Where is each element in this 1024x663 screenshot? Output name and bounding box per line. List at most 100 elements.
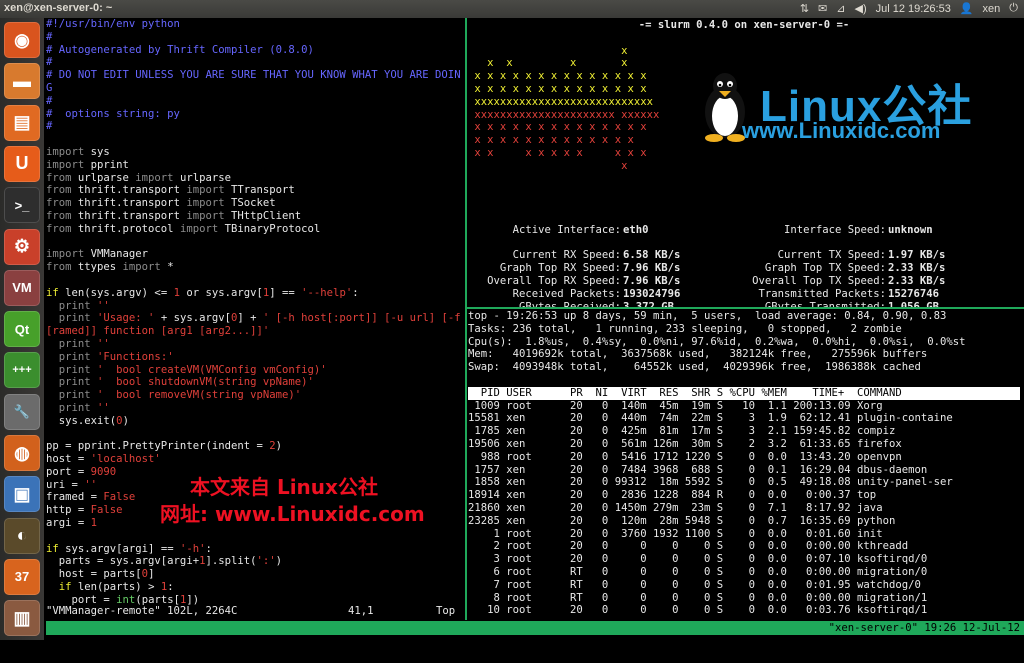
vim-editor[interactable]: #!/usr/bin/env python # # Autogenerated by… xyxy=(46,18,465,620)
ubuntu-icon[interactable]: ◉ xyxy=(4,22,40,58)
code-token: ' bool removeVM(string vpName)' xyxy=(90,389,302,402)
code-token: print xyxy=(58,401,91,414)
code-token: ' [-h host[:port]] [-u url] [-f xyxy=(262,312,461,325)
settings-icon[interactable]: ⚙ xyxy=(4,228,40,265)
terminal-icon[interactable]: >_ xyxy=(4,187,40,224)
code-token: from xyxy=(46,184,72,197)
process-row[interactable]: 21860 xen 20 0 1450m 279m 23m S 0 7.1 8:… xyxy=(468,502,1024,515)
network-icon[interactable]: ⇅ xyxy=(800,2,809,15)
process-row[interactable]: 8 root RT 0 0 0 0 S 0 0.0 0:00.00 migrat… xyxy=(468,592,1024,605)
code-line: # Autogenerated by Thrift Compiler (0.8.… xyxy=(46,44,465,57)
process-row[interactable]: 3 root 20 0 0 0 0 S 0 0.0 0:07.10 ksofti… xyxy=(468,553,1024,566)
code-token: urlparse xyxy=(71,171,136,184)
code-token: THttpClient xyxy=(224,209,302,222)
software-center-icon[interactable]: ▤ xyxy=(4,104,40,141)
slurm-stat-row: Graph Top RX Speed: 7.96 KB/s Graph Top TX… xyxy=(468,262,1024,275)
code-token: TTransport xyxy=(224,184,295,197)
watermark-line1: 本文来自 Linux公社 xyxy=(190,475,378,499)
process-row[interactable]: 1009 root 20 0 140m 45m 19m S 10 1.1 200… xyxy=(468,400,1024,413)
process-row[interactable]: 1785 xen 20 0 425m 81m 17m S 3 2.1 159:4… xyxy=(468,425,1024,438)
code-line: from ttypes import * xyxy=(46,261,465,274)
code-token: TBinaryProtocol xyxy=(218,222,321,235)
code-token: ] xyxy=(148,568,155,581)
process-row[interactable]: 10 root 20 0 0 0 0 S 0 0.0 0:03.76 ksoft… xyxy=(468,604,1024,617)
code-token: G xyxy=(46,81,53,94)
code-token: print xyxy=(58,312,91,325)
code-token: ttypes xyxy=(71,261,123,274)
code-token: thrift.transport xyxy=(71,184,187,197)
code-line: # DO NOT EDIT UNLESS YOU ARE SURE THAT Y… xyxy=(46,69,465,82)
code-token: '' xyxy=(90,401,110,414)
code-token: host = xyxy=(46,453,91,466)
process-row[interactable]: 19506 xen 20 0 561m 126m 30m S 2 3.2 61:… xyxy=(468,438,1024,451)
process-row[interactable]: 1 root 20 0 3760 1932 1100 S 0 0.0 0:01.… xyxy=(468,528,1024,541)
tmux-window-list[interactable]: [0] 0:slurm* xyxy=(59,636,136,648)
slurm-stat-row: Active Interface: eth0 Interface Speed: unk… xyxy=(468,224,1024,237)
user-name[interactable]: xen xyxy=(983,3,1001,15)
qt-icon[interactable]: Qt xyxy=(4,311,40,348)
code-token: print xyxy=(58,350,91,363)
eclipse-icon[interactable]: ◐ xyxy=(4,517,40,554)
code-token: : xyxy=(167,581,174,594)
virtualbox-icon[interactable]: ▣ xyxy=(4,476,40,513)
folder-icon[interactable]: ▬ xyxy=(4,63,40,100)
process-row[interactable]: 15581 xen 20 0 440m 74m 22m S 3 1.9 62:1… xyxy=(468,412,1024,425)
code-token: import xyxy=(46,158,85,171)
top-summary-line: top - 19:26:53 up 8 days, 59 min, 5 user… xyxy=(468,310,947,322)
code-line: # xyxy=(46,95,465,108)
firefox-icon[interactable]: ◍ xyxy=(4,435,40,471)
code-line: print '' xyxy=(46,300,465,313)
top-pane[interactable]: top - 19:26:53 up 8 days, 59 min, 5 user… xyxy=(468,310,1024,620)
code-line: from thrift.transport import TTransport xyxy=(46,184,465,197)
process-row[interactable]: 2 root 20 0 0 0 0 S 0 0.0 0:00.00 kthrea… xyxy=(468,540,1024,553)
mail-icon[interactable]: ✉ xyxy=(818,2,827,15)
slurm-stat-row: Received Packets: 193024796 Transmitted Pa… xyxy=(468,288,1024,301)
code-line: from thrift.transport import TSocket xyxy=(46,197,465,210)
stat-label: Overall Top RX Speed: xyxy=(487,274,621,287)
process-row[interactable]: 1757 xen 20 0 7484 3968 688 S 0 0.1 16:2… xyxy=(468,464,1024,477)
spreadsheet-icon[interactable]: +++ xyxy=(4,352,40,389)
stat-value: 7.96 KB/s xyxy=(623,262,681,275)
process-row[interactable]: 988 root 20 0 5416 1712 1220 S 0 0.0 13:… xyxy=(468,451,1024,464)
process-row[interactable]: 18914 xen 20 0 2836 1228 884 R 0 0.0 0:0… xyxy=(468,489,1024,502)
code-token: print xyxy=(58,376,91,389)
code-line: # options string: py xyxy=(46,108,465,121)
launcher: ◉ ▬ ▤ U >_ ⚙ VM Qt +++ 🔧 ◍ ▣ ◐ 37 ▥ xyxy=(0,18,44,640)
code-token: host = parts[ xyxy=(46,568,142,581)
watermark-line2: 网址: www.Linuxidc.com xyxy=(160,502,425,526)
tools-icon[interactable]: 🔧 xyxy=(4,393,40,430)
code-line: G xyxy=(46,82,465,95)
pane-divider-horizontal[interactable] xyxy=(467,307,1024,309)
update-icon[interactable]: 37 xyxy=(4,558,40,595)
ubuntu-one-icon[interactable]: U xyxy=(4,145,40,182)
virt-manager-icon[interactable]: VM xyxy=(4,269,40,306)
clock[interactable]: Jul 12 19:26:53 xyxy=(876,3,951,15)
code-token: # xyxy=(46,56,53,69)
slurm-pane[interactable]: -= slurm 0.4.0 on xen-server-0 =- x x x … xyxy=(468,18,1024,307)
process-row[interactable]: 23285 xen 20 0 120m 28m 5948 S 0 0.7 16:… xyxy=(468,515,1024,528)
process-row[interactable]: 6 root RT 0 0 0 0 S 0 0.0 0:00.00 migrat… xyxy=(468,566,1024,579)
code-line: print '' xyxy=(46,338,465,351)
code-token: sys xyxy=(84,145,110,158)
code-line: from thrift.transport import THttpClient xyxy=(46,210,465,223)
process-row[interactable]: 7 root RT 0 0 0 0 S 0 0.0 0:01.95 watchd… xyxy=(468,579,1024,592)
code-token: argi = xyxy=(46,517,91,530)
stat-value: 1.056 GB xyxy=(888,300,940,307)
power-icon[interactable]: ⏻ xyxy=(1009,2,1018,15)
code-token: 9090 xyxy=(90,465,117,478)
trash-icon[interactable]: ▥ xyxy=(4,600,40,637)
window-title: xen@xen-server-0: ~ xyxy=(4,2,113,14)
network-manager-icon[interactable]: ⊿ xyxy=(836,2,845,15)
code-token: ) xyxy=(275,440,283,453)
code-line: if sys.argv[argi] == '-h': xyxy=(46,543,465,556)
volume-icon[interactable]: ◀) xyxy=(854,2,866,15)
code-token: import xyxy=(135,171,174,184)
process-row[interactable]: 1858 xen 20 0 99312 18m 5592 S 0 0.5 49:… xyxy=(468,476,1024,489)
pane-divider-vertical[interactable] xyxy=(465,18,467,620)
